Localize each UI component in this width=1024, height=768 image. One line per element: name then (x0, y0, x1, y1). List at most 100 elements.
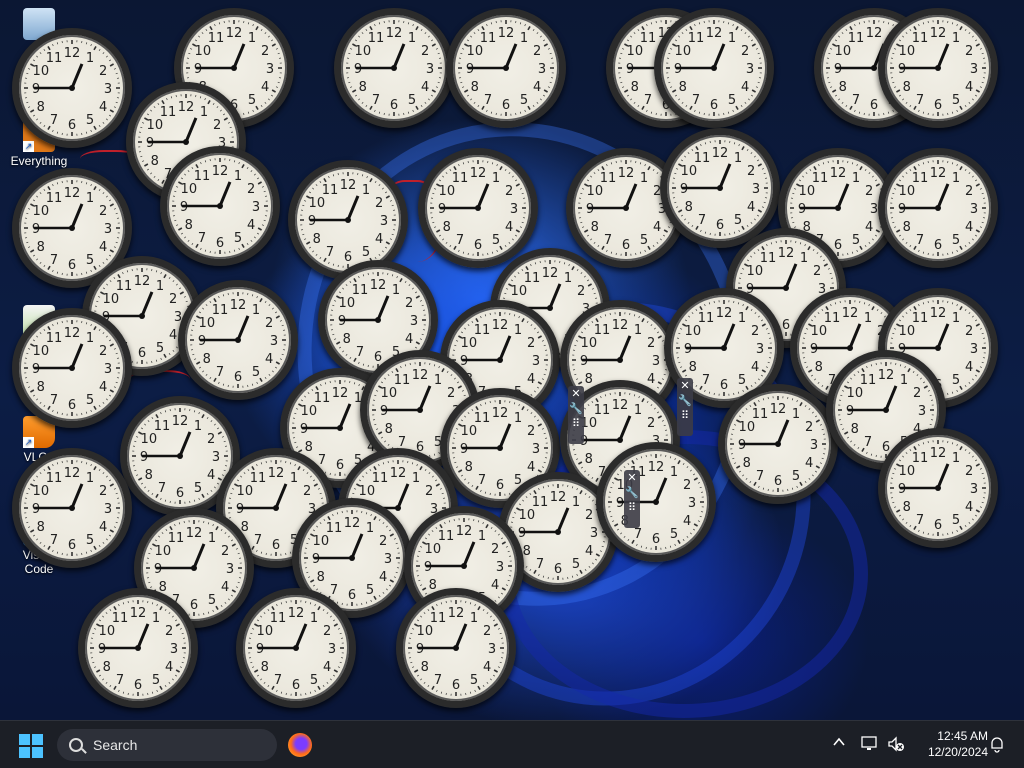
start-button[interactable] (19, 734, 43, 758)
svg-text:2: 2 (99, 484, 107, 499)
svg-text:7: 7 (326, 245, 334, 260)
svg-text:3: 3 (266, 62, 274, 77)
clock-gadget[interactable]: 121234567891011 (446, 8, 566, 128)
svg-text:6: 6 (190, 598, 198, 613)
svg-text:6: 6 (176, 486, 184, 501)
svg-text:12: 12 (64, 46, 81, 61)
search-box[interactable]: Search (57, 729, 277, 761)
svg-text:2: 2 (913, 386, 921, 401)
svg-text:7: 7 (604, 233, 612, 248)
svg-text:3: 3 (970, 202, 978, 217)
svg-text:12: 12 (64, 326, 81, 341)
settings-icon[interactable]: 🔧 (569, 403, 583, 415)
svg-text:2: 2 (425, 484, 433, 499)
svg-text:11: 11 (322, 183, 339, 198)
svg-text:1: 1 (408, 31, 416, 46)
svg-text:11: 11 (314, 391, 331, 406)
close-icon[interactable]: ✕ (627, 472, 636, 484)
svg-text:12: 12 (448, 606, 465, 621)
svg-text:7: 7 (852, 93, 860, 108)
svg-text:11: 11 (594, 403, 611, 418)
svg-text:2: 2 (527, 336, 535, 351)
svg-text:2: 2 (213, 118, 221, 133)
svg-text:11: 11 (752, 407, 769, 422)
svg-text:7: 7 (50, 113, 58, 128)
clock-gadget[interactable]: 121234567891011 (396, 588, 516, 708)
svg-text:12: 12 (64, 186, 81, 201)
svg-text:11: 11 (394, 373, 411, 388)
close-icon[interactable]: ✕ (571, 388, 580, 400)
svg-text:1: 1 (572, 495, 580, 510)
svg-text:7: 7 (50, 393, 58, 408)
svg-text:1: 1 (738, 311, 746, 326)
clock-gadget[interactable]: 121234567891011 (878, 8, 998, 128)
svg-text:2: 2 (965, 44, 973, 59)
svg-text:10: 10 (33, 64, 50, 79)
taskbar-date: 12/20/2024 (927, 745, 988, 759)
svg-text:8: 8 (851, 422, 859, 437)
svg-text:3: 3 (104, 362, 112, 377)
clock-gadget[interactable]: 121234567891011 (596, 442, 716, 562)
clock-face-icon: 12 12 3 45678 9 1011 (172, 158, 268, 254)
svg-text:3: 3 (970, 62, 978, 77)
clock-gadget[interactable]: 121234567891011 (236, 588, 356, 708)
clock-gadget[interactable]: 121234567891011 (654, 8, 774, 128)
clock-gadget[interactable]: 121234567891011 (78, 588, 198, 708)
clock-area[interactable]: 12:45 AM 12/20/2024 (916, 728, 988, 760)
drag-handle-icon[interactable]: ⠿ (628, 502, 636, 514)
svg-text:6: 6 (216, 236, 224, 251)
clock-gadget[interactable]: 121234567891011 (12, 28, 132, 148)
svg-text:10: 10 (195, 44, 212, 59)
clock-face-icon: 12 12 3 45678 9 1011 (24, 40, 120, 136)
svg-text:4: 4 (865, 220, 873, 235)
svg-text:4: 4 (491, 578, 499, 593)
desktop[interactable]: R ↗ Everything N ↗ VLC r Visual Code 121… (0, 0, 1024, 720)
svg-text:1: 1 (434, 373, 442, 388)
svg-text:3: 3 (380, 214, 388, 229)
network-status-icon[interactable] (860, 735, 880, 753)
svg-text:9: 9 (256, 642, 264, 657)
svg-text:1: 1 (194, 419, 202, 434)
svg-text:6: 6 (68, 538, 76, 553)
svg-text:4: 4 (221, 580, 229, 595)
clock-gadget[interactable]: 121234567891011 (12, 448, 132, 568)
svg-text:4: 4 (405, 332, 413, 347)
clock-gadget[interactable]: 121234567891011 (718, 384, 838, 504)
taskbar-firefox-button[interactable] (288, 733, 312, 757)
svg-text:7: 7 (634, 527, 642, 542)
svg-text:6: 6 (934, 518, 942, 533)
svg-text:6: 6 (934, 98, 942, 113)
svg-text:3: 3 (918, 404, 926, 419)
clock-gadget[interactable]: 121234567891011 (418, 148, 538, 268)
svg-text:10: 10 (33, 344, 50, 359)
drag-handle-icon[interactable]: ⠿ (681, 410, 689, 422)
clock-gadget[interactable]: 121234567891011 (334, 8, 454, 128)
svg-text:2: 2 (379, 534, 387, 549)
close-icon[interactable]: ✕ (680, 380, 689, 392)
clock-gadget[interactable]: 121234567891011 (12, 308, 132, 428)
drag-handle-icon[interactable]: ⠿ (572, 418, 580, 430)
clock-gadget[interactable]: 121234567891011 (878, 148, 998, 268)
svg-text:2: 2 (751, 324, 759, 339)
svg-text:7: 7 (536, 557, 544, 572)
clock-gadget[interactable]: 121234567891011 (160, 146, 280, 266)
settings-icon[interactable]: 🔧 (625, 487, 639, 499)
tray-overflow-chevron[interactable] (832, 735, 846, 749)
notification-bell[interactable] (988, 735, 1006, 753)
svg-text:4: 4 (647, 372, 655, 387)
volume-muted-icon[interactable] (886, 735, 906, 753)
settings-icon[interactable]: 🔧 (678, 395, 692, 407)
svg-text:1: 1 (470, 611, 478, 626)
svg-text:2: 2 (303, 484, 311, 499)
clock-gadget[interactable]: 121234567891011 (878, 428, 998, 548)
svg-text:1: 1 (156, 279, 164, 294)
svg-text:11: 11 (474, 411, 491, 426)
svg-text:5: 5 (248, 93, 256, 108)
svg-text:7: 7 (864, 435, 872, 450)
svg-text:12: 12 (492, 406, 509, 421)
svg-text:10: 10 (141, 432, 158, 447)
svg-text:1: 1 (728, 31, 736, 46)
svg-text:12: 12 (712, 146, 729, 161)
clock-gadget[interactable]: 121234567891011 (178, 280, 298, 400)
clock-gadget[interactable]: 121234567891011 (660, 128, 780, 248)
